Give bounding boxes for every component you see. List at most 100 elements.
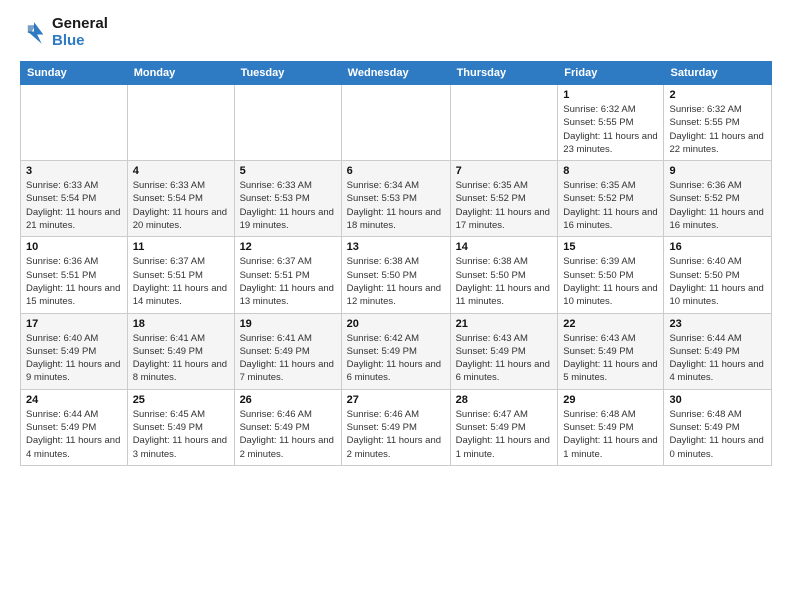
day-of-week-header: Sunday <box>21 62 128 85</box>
calendar-cell: 23Sunrise: 6:44 AM Sunset: 5:49 PM Dayli… <box>664 313 772 389</box>
day-info: Sunrise: 6:35 AM Sunset: 5:52 PM Dayligh… <box>456 179 553 232</box>
calendar-cell <box>21 85 128 161</box>
calendar-cell: 22 Sunrise: 6:43 AM Sunset: 5:49 PM Dayli… <box>558 313 664 389</box>
calendar-cell: 21Sunrise: 6:43 AM Sunset: 5:49 PM Dayli… <box>450 313 558 389</box>
calendar-table: SundayMondayTuesdayWednesdayThursdayFrid… <box>20 61 772 466</box>
calendar-cell: 16 Sunrise: 6:40 AM Sunset: 5:50 PM Dayli… <box>664 237 772 313</box>
day-number: 8 <box>563 165 658 177</box>
calendar-cell <box>127 85 234 161</box>
day-info: Sunrise: 6:33 AM Sunset: 5:54 PM Dayligh… <box>26 179 122 232</box>
day-number: 4 <box>133 165 229 177</box>
day-info: Sunrise: 6:40 AM Sunset: 5:50 PM Dayligh… <box>669 255 766 308</box>
day-number: 12 <box>240 241 336 253</box>
day-number: 2 <box>669 89 766 101</box>
day-number: 14 <box>456 241 553 253</box>
day-number: 6 <box>347 165 445 177</box>
page-header: General Blue <box>20 16 772 49</box>
day-info: Sunrise: 6:43 AM Sunset: 5:49 PM Dayligh… <box>456 332 553 385</box>
day-info: Sunrise: 6:32 AM Sunset: 5:55 PM Dayligh… <box>669 103 766 156</box>
calendar-cell: 28 Sunrise: 6:47 AM Sunset: 5:49 PM Dayli… <box>450 389 558 465</box>
day-number: 17 <box>26 318 122 330</box>
day-info: Sunrise: 6:36 AM Sunset: 5:51 PM Dayligh… <box>26 255 122 308</box>
calendar-cell: 18 Sunrise: 6:41 AM Sunset: 5:49 PM Dayli… <box>127 313 234 389</box>
calendar-cell: 8 Sunrise: 6:35 AM Sunset: 5:52 PM Daylig… <box>558 161 664 237</box>
day-number: 24 <box>26 394 122 406</box>
calendar-cell: 13Sunrise: 6:38 AM Sunset: 5:50 PM Dayli… <box>341 237 450 313</box>
calendar-cell <box>234 85 341 161</box>
day-info: Sunrise: 6:37 AM Sunset: 5:51 PM Dayligh… <box>240 255 336 308</box>
day-number: 28 <box>456 394 553 406</box>
day-of-week-header: Saturday <box>664 62 772 85</box>
day-number: 13 <box>347 241 445 253</box>
day-info: Sunrise: 6:33 AM Sunset: 5:54 PM Dayligh… <box>133 179 229 232</box>
calendar-cell: 5Sunrise: 6:33 AM Sunset: 5:53 PM Daylig… <box>234 161 341 237</box>
calendar-cell: 20Sunrise: 6:42 AM Sunset: 5:49 PM Dayli… <box>341 313 450 389</box>
calendar-cell: 1 Sunrise: 6:32 AM Sunset: 5:55 PM Daylig… <box>558 85 664 161</box>
day-info: Sunrise: 6:41 AM Sunset: 5:49 PM Dayligh… <box>240 332 336 385</box>
day-info: Sunrise: 6:32 AM Sunset: 5:55 PM Dayligh… <box>563 103 658 156</box>
day-info: Sunrise: 6:48 AM Sunset: 5:49 PM Dayligh… <box>669 408 766 461</box>
day-number: 25 <box>133 394 229 406</box>
day-number: 18 <box>133 318 229 330</box>
day-number: 16 <box>669 241 766 253</box>
calendar-cell: 14 Sunrise: 6:38 AM Sunset: 5:50 PM Dayli… <box>450 237 558 313</box>
day-number: 1 <box>563 89 658 101</box>
day-info: Sunrise: 6:47 AM Sunset: 5:49 PM Dayligh… <box>456 408 553 461</box>
calendar-cell <box>341 85 450 161</box>
day-of-week-header: Tuesday <box>234 62 341 85</box>
main-container: General Blue SundayMondayTuesdayWednesda… <box>0 0 792 476</box>
calendar-cell: 11 Sunrise: 6:37 AM Sunset: 5:51 PM Dayli… <box>127 237 234 313</box>
calendar-cell: 24 Sunrise: 6:44 AM Sunset: 5:49 PM Dayli… <box>21 389 128 465</box>
day-info: Sunrise: 6:35 AM Sunset: 5:52 PM Dayligh… <box>563 179 658 232</box>
day-info: Sunrise: 6:44 AM Sunset: 5:49 PM Dayligh… <box>26 408 122 461</box>
day-number: 30 <box>669 394 766 406</box>
calendar-cell: 6 Sunrise: 6:34 AM Sunset: 5:53 PM Daylig… <box>341 161 450 237</box>
calendar-body: 1 Sunrise: 6:32 AM Sunset: 5:55 PM Daylig… <box>21 85 772 466</box>
calendar-cell <box>450 85 558 161</box>
calendar-cell: 15 Sunrise: 6:39 AM Sunset: 5:50 PM Dayli… <box>558 237 664 313</box>
day-info: Sunrise: 6:38 AM Sunset: 5:50 PM Dayligh… <box>456 255 553 308</box>
calendar-cell: 25 Sunrise: 6:45 AM Sunset: 5:49 PM Dayli… <box>127 389 234 465</box>
day-number: 9 <box>669 165 766 177</box>
day-number: 10 <box>26 241 122 253</box>
calendar-week-row: 1 Sunrise: 6:32 AM Sunset: 5:55 PM Daylig… <box>21 85 772 161</box>
day-info: Sunrise: 6:41 AM Sunset: 5:49 PM Dayligh… <box>133 332 229 385</box>
day-of-week-header-row: SundayMondayTuesdayWednesdayThursdayFrid… <box>21 62 772 85</box>
day-number: 20 <box>347 318 445 330</box>
calendar-week-row: 3 Sunrise: 6:33 AM Sunset: 5:54 PM Daylig… <box>21 161 772 237</box>
calendar-cell: 10 Sunrise: 6:36 AM Sunset: 5:51 PM Dayli… <box>21 237 128 313</box>
calendar-cell: 12 Sunrise: 6:37 AM Sunset: 5:51 PM Dayli… <box>234 237 341 313</box>
calendar-week-row: 24 Sunrise: 6:44 AM Sunset: 5:49 PM Dayli… <box>21 389 772 465</box>
day-number: 7 <box>456 165 553 177</box>
day-info: Sunrise: 6:39 AM Sunset: 5:50 PM Dayligh… <box>563 255 658 308</box>
day-number: 15 <box>563 241 658 253</box>
calendar-cell: 19 Sunrise: 6:41 AM Sunset: 5:49 PM Dayli… <box>234 313 341 389</box>
day-info: Sunrise: 6:37 AM Sunset: 5:51 PM Dayligh… <box>133 255 229 308</box>
day-number: 27 <box>347 394 445 406</box>
logo-icon <box>20 19 48 47</box>
calendar-cell: 26Sunrise: 6:46 AM Sunset: 5:49 PM Dayli… <box>234 389 341 465</box>
calendar-cell: 7 Sunrise: 6:35 AM Sunset: 5:52 PM Daylig… <box>450 161 558 237</box>
logo: General Blue <box>20 16 108 49</box>
calendar-cell: 2 Sunrise: 6:32 AM Sunset: 5:55 PM Daylig… <box>664 85 772 161</box>
day-number: 11 <box>133 241 229 253</box>
day-info: Sunrise: 6:44 AM Sunset: 5:49 PM Dayligh… <box>669 332 766 385</box>
logo-text: General Blue <box>52 16 108 49</box>
calendar-cell: 30 Sunrise: 6:48 AM Sunset: 5:49 PM Dayli… <box>664 389 772 465</box>
day-number: 26 <box>240 394 336 406</box>
day-info: Sunrise: 6:43 AM Sunset: 5:49 PM Dayligh… <box>563 332 658 385</box>
calendar-cell: 4 Sunrise: 6:33 AM Sunset: 5:54 PM Daylig… <box>127 161 234 237</box>
day-number: 22 <box>563 318 658 330</box>
calendar-cell: 29Sunrise: 6:48 AM Sunset: 5:49 PM Dayli… <box>558 389 664 465</box>
calendar-cell: 17 Sunrise: 6:40 AM Sunset: 5:49 PM Dayli… <box>21 313 128 389</box>
day-info: Sunrise: 6:34 AM Sunset: 5:53 PM Dayligh… <box>347 179 445 232</box>
day-number: 19 <box>240 318 336 330</box>
calendar-week-row: 10 Sunrise: 6:36 AM Sunset: 5:51 PM Dayli… <box>21 237 772 313</box>
day-number: 3 <box>26 165 122 177</box>
calendar-cell: 3 Sunrise: 6:33 AM Sunset: 5:54 PM Daylig… <box>21 161 128 237</box>
day-info: Sunrise: 6:40 AM Sunset: 5:49 PM Dayligh… <box>26 332 122 385</box>
day-info: Sunrise: 6:45 AM Sunset: 5:49 PM Dayligh… <box>133 408 229 461</box>
day-number: 5 <box>240 165 336 177</box>
day-of-week-header: Thursday <box>450 62 558 85</box>
day-info: Sunrise: 6:46 AM Sunset: 5:49 PM Dayligh… <box>347 408 445 461</box>
